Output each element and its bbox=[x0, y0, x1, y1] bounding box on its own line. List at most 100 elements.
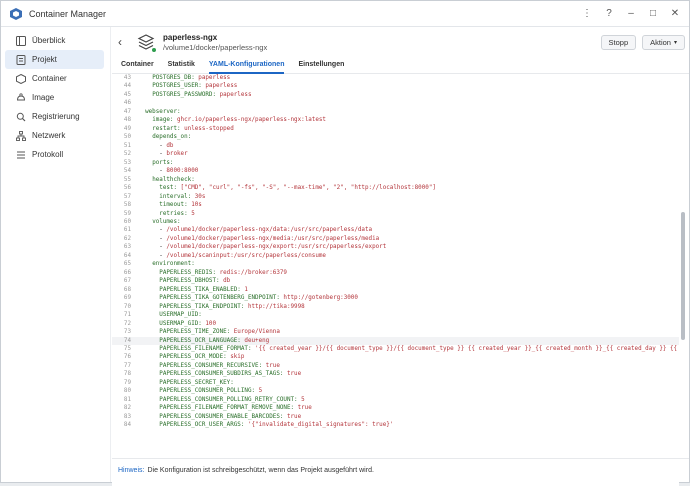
sidebar: Überblick Projekt Container Image Regist… bbox=[1, 27, 111, 482]
code-line[interactable]: 82 PAPERLESS_FILENAME_FORMAT_REMOVE_NONE… bbox=[112, 404, 679, 412]
code-line[interactable]: 48 image: ghcr.io/paperless-ngx/paperles… bbox=[112, 116, 679, 124]
code-line[interactable]: 55 healthcheck: bbox=[112, 176, 679, 184]
code-text: PAPERLESS_TIME_ZONE: Europe/Vienna bbox=[159, 329, 280, 336]
project-icon bbox=[16, 54, 26, 65]
code-line[interactable]: 58 timeout: 10s bbox=[112, 201, 679, 209]
line-number: 51 bbox=[123, 142, 131, 149]
tab-settings[interactable]: Einstellungen bbox=[298, 57, 344, 74]
code-text: PAPERLESS_CONSUMER_POLLING: 5 bbox=[159, 388, 263, 395]
code-line[interactable]: 47 webserver: bbox=[112, 108, 679, 116]
action-dropdown-button[interactable]: Aktion ▾ bbox=[642, 34, 685, 50]
code-line[interactable]: 77 PAPERLESS_CONSUMER_RECURSIVE: true bbox=[112, 362, 679, 370]
maximize-icon[interactable]: □ bbox=[647, 8, 659, 19]
action-label: Aktion bbox=[650, 37, 671, 47]
minimize-icon[interactable]: – bbox=[625, 8, 637, 19]
line-number: 56 bbox=[123, 185, 131, 192]
tab-statistics[interactable]: Statistik bbox=[168, 57, 195, 74]
code-line[interactable]: 46 bbox=[112, 99, 679, 107]
network-icon bbox=[16, 130, 26, 141]
sidebar-item-container[interactable]: Container bbox=[5, 69, 104, 88]
editor-scroll-thumb[interactable] bbox=[681, 212, 685, 340]
registry-icon bbox=[16, 112, 26, 121]
code-line[interactable]: 53 ports: bbox=[112, 159, 679, 167]
close-icon[interactable]: ✕ bbox=[669, 8, 681, 19]
code-line[interactable]: 54 - 8000:8000 bbox=[112, 167, 679, 175]
code-line[interactable]: 65 environment: bbox=[112, 260, 679, 268]
tab-yaml-configurations[interactable]: YAML-Konfigurationen bbox=[208, 57, 285, 74]
code-line[interactable]: 45 POSTGRES_PASSWORD: paperless bbox=[112, 91, 679, 99]
code-line[interactable]: 62 - /volume1/docker/paperless-ngx/media… bbox=[112, 235, 679, 243]
code-line[interactable]: 44 POSTGRES_USER: paperless bbox=[112, 82, 679, 90]
code-text: PAPERLESS_OCR_USER_ARGS: '{"invalidate_d… bbox=[159, 422, 394, 429]
code-line[interactable]: 75 PAPERLESS_FILENAME_FORMAT: '{{ create… bbox=[112, 345, 679, 353]
line-number: 44 bbox=[123, 83, 131, 90]
code-text: PAPERLESS_TIKA_ENDPOINT: http://tika:999… bbox=[159, 303, 305, 310]
help-icon[interactable]: ? bbox=[603, 8, 615, 19]
line-number: 60 bbox=[123, 218, 131, 225]
code-line[interactable]: 63 - /volume1/docker/paperless-ngx/expor… bbox=[112, 243, 679, 251]
project-header: ‹ paperless-ngx /volume1/docker/paperles… bbox=[112, 27, 689, 57]
line-number: 66 bbox=[123, 269, 131, 276]
code-line[interactable]: 78 PAPERLESS_CONSUMER_SUBDIRS_AS_TAGS: t… bbox=[112, 370, 679, 378]
project-status-avatar bbox=[136, 32, 157, 53]
code-text: PAPERLESS_TIKA_GOTENBERG_ENDPOINT: http:… bbox=[159, 295, 358, 302]
code-line[interactable]: 57 interval: 30s bbox=[112, 193, 679, 201]
code-text: POSTGRES_USER: paperless bbox=[152, 83, 238, 90]
code-line[interactable]: 69 PAPERLESS_TIKA_GOTENBERG_ENDPOINT: ht… bbox=[112, 294, 679, 302]
code-text: - broker bbox=[138, 151, 188, 158]
sidebar-item-label: Überblick bbox=[32, 36, 66, 45]
line-number: 71 bbox=[123, 312, 131, 319]
code-line[interactable]: 51 - db bbox=[112, 142, 679, 150]
app-title: Container Manager bbox=[29, 8, 107, 19]
more-options-icon[interactable]: ⋮ bbox=[581, 8, 593, 19]
line-number: 77 bbox=[123, 362, 131, 369]
code-text: PAPERLESS_REDIS: redis://broker:6379 bbox=[159, 269, 287, 276]
code-line[interactable]: 61 - /volume1/docker/paperless-ngx/data:… bbox=[112, 226, 679, 234]
code-line[interactable]: 71 USERMAP_UID: bbox=[112, 311, 679, 319]
tab-container[interactable]: Container bbox=[121, 57, 154, 74]
code-line[interactable]: 80 PAPERLESS_CONSUMER_POLLING: 5 bbox=[112, 387, 679, 395]
editor-scrollbar[interactable] bbox=[681, 74, 685, 486]
code-text: depends_on: bbox=[152, 134, 192, 141]
sidebar-item-project[interactable]: Projekt bbox=[5, 50, 104, 69]
code-line[interactable]: 70 PAPERLESS_TIKA_ENDPOINT: http://tika:… bbox=[112, 303, 679, 311]
line-number: 73 bbox=[123, 329, 131, 336]
sidebar-item-log[interactable]: Protokoll bbox=[5, 145, 104, 164]
code-line[interactable]: 66 PAPERLESS_REDIS: redis://broker:6379 bbox=[112, 269, 679, 277]
line-number: 57 bbox=[123, 193, 131, 200]
code-line[interactable]: 83 PAPERLESS_CONSUMER_ENABLE_BARCODES: t… bbox=[112, 413, 679, 421]
sidebar-item-network[interactable]: Netzwerk bbox=[5, 126, 104, 145]
back-arrow-icon[interactable]: ‹ bbox=[118, 35, 132, 49]
code-line[interactable]: 74 PAPERLESS_OCR_LANGUAGE: deu+eng bbox=[112, 336, 679, 345]
yaml-editor[interactable]: 43 POSTGRES_DB: paperless 44 POSTGRES_USE… bbox=[112, 74, 679, 486]
code-line[interactable]: 73 PAPERLESS_TIME_ZONE: Europe/Vienna bbox=[112, 328, 679, 336]
code-text: PAPERLESS_OCR_LANGUAGE: deu+eng bbox=[159, 337, 270, 344]
code-text: USERMAP_UID: bbox=[159, 312, 202, 319]
code-line[interactable]: 81 PAPERLESS_CONSUMER_POLLING_RETRY_COUN… bbox=[112, 396, 679, 404]
code-line[interactable]: 72 USERMAP_GID: 100 bbox=[112, 320, 679, 328]
code-line[interactable]: 76 PAPERLESS_OCR_MODE: skip bbox=[112, 353, 679, 361]
code-line[interactable]: 59 retries: 5 bbox=[112, 210, 679, 218]
line-number: 81 bbox=[123, 396, 131, 403]
code-line[interactable]: 56 test: ["CMD", "curl", "-fs", "-S", "-… bbox=[112, 184, 679, 192]
code-text: image: ghcr.io/paperless-ngx/paperless-n… bbox=[152, 117, 326, 124]
line-number: 75 bbox=[123, 346, 131, 352]
sidebar-item-overview[interactable]: Überblick bbox=[5, 31, 104, 50]
code-line[interactable]: 50 depends_on: bbox=[112, 133, 679, 141]
sidebar-item-image[interactable]: Image bbox=[5, 88, 104, 107]
line-number: 65 bbox=[123, 261, 131, 268]
code-line[interactable]: 52 - broker bbox=[112, 150, 679, 158]
line-number: 78 bbox=[123, 371, 131, 378]
code-line[interactable]: 43 POSTGRES_DB: paperless bbox=[112, 74, 679, 82]
code-line[interactable]: 49 restart: unless-stopped bbox=[112, 125, 679, 133]
code-line[interactable]: 60 volumes: bbox=[112, 218, 679, 226]
code-line[interactable]: 64 - /volume1/scaninput:/usr/src/paperle… bbox=[112, 252, 679, 260]
code-line[interactable]: 67 PAPERLESS_DBHOST: db bbox=[112, 277, 679, 285]
code-line[interactable]: 68 PAPERLESS_TIKA_ENABLED: 1 bbox=[112, 286, 679, 294]
code-line[interactable]: 84 PAPERLESS_OCR_USER_ARGS: '{"invalidat… bbox=[112, 421, 679, 429]
sidebar-item-registry[interactable]: Registrierung bbox=[5, 107, 104, 126]
stop-button[interactable]: Stopp bbox=[600, 34, 637, 50]
sidebar-item-label: Netzwerk bbox=[32, 131, 66, 140]
code-line[interactable]: 79 PAPERLESS_SECRET_KEY: bbox=[112, 379, 679, 387]
sidebar-item-label: Protokoll bbox=[32, 150, 64, 159]
